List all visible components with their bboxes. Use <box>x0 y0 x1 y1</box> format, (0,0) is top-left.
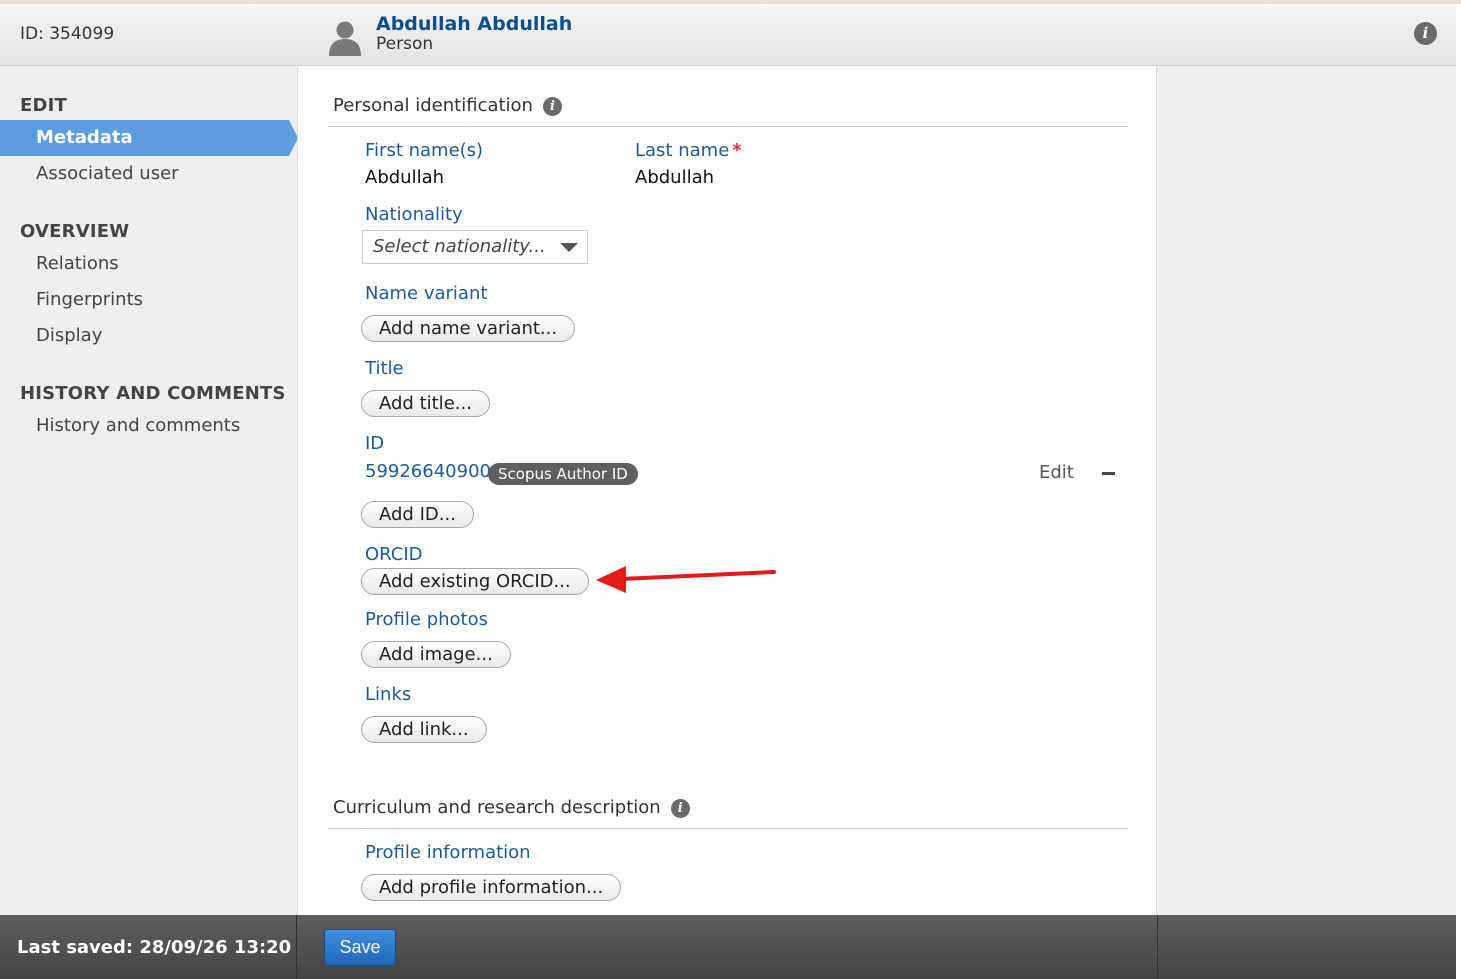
footer-divider <box>296 915 297 979</box>
id-type-badge: Scopus Author ID <box>488 463 638 485</box>
sidebar-heading-edit: EDIT <box>20 95 68 116</box>
sidebar-item-display[interactable]: Display <box>36 325 102 346</box>
footer-bar: Last saved: 28/09/26 13:20 Save <box>0 915 1456 979</box>
add-id-button[interactable]: Add ID... <box>361 501 474 528</box>
first-name-value: Abdullah <box>365 167 445 188</box>
save-button[interactable]: Save <box>324 929 396 966</box>
nationality-label: Nationality <box>365 204 463 225</box>
nationality-placeholder: Select nationality... <box>373 236 546 257</box>
section-divider <box>328 126 1128 127</box>
edit-id-link[interactable]: Edit <box>1039 462 1074 483</box>
sidebar: EDIT Metadata Associated user OVERVIEW R… <box>0 66 298 915</box>
chevron-down-icon <box>560 243 578 252</box>
profile-photos-label: Profile photos <box>365 609 488 630</box>
first-name-label: First name(s) <box>365 140 484 161</box>
info-icon[interactable]: i <box>670 799 690 818</box>
sidebar-heading-overview: OVERVIEW <box>20 221 130 242</box>
orcid-label: ORCID <box>365 544 423 565</box>
last-saved-status: Last saved: 28/09/26 13:20 <box>17 937 292 958</box>
sidebar-item-relations[interactable]: Relations <box>36 253 119 274</box>
sidebar-heading-history: HISTORY AND COMMENTS <box>20 383 286 404</box>
person-name[interactable]: Abdullah Abdullah <box>376 13 572 35</box>
sidebar-item-associated-user[interactable]: Associated user <box>36 163 179 184</box>
name-variant-label: Name variant <box>365 283 488 304</box>
links-label: Links <box>365 684 412 705</box>
info-icon[interactable]: i <box>1414 22 1437 45</box>
remove-id-icon[interactable] <box>1102 472 1115 475</box>
sidebar-item-history-and-comments[interactable]: History and comments <box>36 415 240 436</box>
section-personal-identification: Personal identification i <box>333 95 562 116</box>
window-edge <box>1456 4 1461 979</box>
footer-divider <box>1157 915 1158 979</box>
person-silhouette-icon <box>329 21 361 56</box>
main-panel: Personal identification i First name(s) A… <box>297 66 1157 915</box>
person-type: Person <box>376 34 434 54</box>
profile-information-label: Profile information <box>365 842 531 863</box>
add-image-button[interactable]: Add image... <box>361 641 511 668</box>
section-title-text: Personal identification <box>333 95 533 116</box>
nationality-select[interactable]: Select nationality... <box>362 230 588 264</box>
id-label: ID <box>365 433 385 454</box>
info-icon[interactable]: i <box>542 97 562 116</box>
add-title-button[interactable]: Add title... <box>361 390 490 417</box>
annotation-arrow-icon <box>596 566 776 593</box>
required-marker: * <box>732 140 742 161</box>
add-profile-information-button[interactable]: Add profile information... <box>361 874 622 901</box>
section-title-text: Curriculum and research description <box>333 797 661 818</box>
add-orcid-button[interactable]: Add existing ORCID... <box>361 568 589 595</box>
last-name-label: Last name * <box>635 140 742 161</box>
title-label: Title <box>365 358 404 379</box>
header: ID: 354099 Abdullah Abdullah Person i <box>0 4 1456 66</box>
sidebar-item-metadata[interactable]: Metadata <box>0 120 298 156</box>
last-name-label-text: Last name <box>635 140 730 161</box>
section-curriculum: Curriculum and research description i <box>333 797 690 818</box>
add-link-button[interactable]: Add link... <box>361 716 487 743</box>
scopus-id-value[interactable]: 59926640900 <box>365 461 491 482</box>
section-divider <box>328 828 1128 829</box>
last-name-value: Abdullah <box>635 167 715 188</box>
record-id: ID: 354099 <box>20 24 115 44</box>
sidebar-item-label: Metadata <box>36 127 133 148</box>
add-name-variant-button[interactable]: Add name variant... <box>361 315 576 342</box>
sidebar-item-fingerprints[interactable]: Fingerprints <box>36 289 143 310</box>
